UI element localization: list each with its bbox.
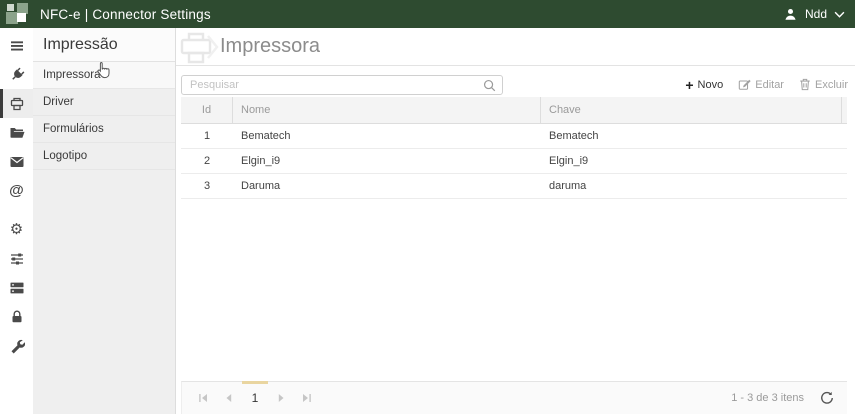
toolbar-actions: + Novo Editar Excluir [685,78,850,92]
page-title: Impressora [220,35,321,57]
sidebar-items: Impressora Driver Formulários Logotipo [33,62,175,170]
edit-button[interactable]: Editar [738,78,784,91]
search-box [181,74,503,97]
grid-header-row: Id Nome Chave [181,97,847,124]
mail-icon[interactable] [0,147,33,176]
search-input[interactable] [181,74,503,95]
first-page-button[interactable] [190,382,216,415]
cell-id: 3 [203,180,211,192]
grid-empty-area [176,199,855,381]
sidebar-title: Impressão [33,28,175,62]
sidebar-item[interactable]: Logotipo [33,143,175,170]
current-page[interactable]: 1 [242,380,268,415]
plus-icon: + [685,76,694,93]
data-grid: Id Nome Chave 1 Bematech Bematech 2 Elgin_i9… [181,97,847,199]
cell-id: 2 [203,155,211,167]
sidebar-item[interactable]: Driver [33,89,175,116]
printer-icon[interactable] [0,89,33,118]
grid-body: 1 Bematech Bematech 2 Elgin_i9 Elgin_i9 3 Darum… [181,124,847,199]
cell-chave: daruma [549,180,587,192]
trash-icon [799,78,811,91]
column-header-id[interactable]: Id [181,97,233,123]
sidebar-item[interactable]: Formulários [33,116,175,143]
previous-page-button[interactable] [216,382,242,415]
folder-open-icon[interactable] [0,118,33,147]
plug-icon[interactable] [0,60,33,89]
cell-nome: Elgin_i9 [241,155,281,167]
chevron-down-icon [834,11,845,18]
delete-button[interactable]: Excluir [799,78,848,91]
sliders-icon[interactable] [0,244,33,273]
items-info: 1 - 3 de 3 itens [731,392,804,404]
search-icon [483,79,496,97]
refresh-icon[interactable] [820,391,834,405]
sidebar: Impressão Impressora Driver Formulários Log… [33,28,176,414]
user-menu[interactable]: Ndd [783,7,845,22]
app-window: NFC-e | Connector Settings Ndd @ ⚙ Impre… [0,0,855,414]
printer-watermark-icon [178,30,220,69]
app-logo [4,2,31,26]
wrench-icon[interactable] [0,331,33,360]
column-header-chave[interactable]: Chave [541,97,842,123]
pagination-bar: 1 1 - 3 de 3 itens [181,380,847,415]
app-title: NFC-e | Connector Settings [40,6,211,22]
new-button[interactable]: + Novo [685,78,723,92]
cell-id: 1 [203,130,211,142]
toolbar: + Novo Editar Excluir [176,66,855,97]
pager-controls: 1 [182,380,320,415]
icon-rail: @ ⚙ [0,28,33,414]
page-header: Impressora [176,28,855,66]
table-row[interactable]: 2 Elgin_i9 Elgin_i9 [181,149,847,174]
next-page-button[interactable] [268,382,294,415]
menu-icon[interactable] [0,31,33,60]
pager-right: 1 - 3 de 3 itens [731,391,847,405]
main-content: Impressora + Novo [176,28,855,414]
cell-nome: Daruma [241,180,281,192]
gear-icon[interactable]: ⚙ [0,215,33,244]
lock-icon[interactable] [0,302,33,331]
column-header-spacer [842,97,847,123]
column-header-nome[interactable]: Nome [233,97,541,123]
sidebar-item[interactable]: Impressora [33,62,175,89]
table-row[interactable]: 1 Bematech Bematech [181,124,847,149]
server-icon[interactable] [0,273,33,302]
last-page-button[interactable] [294,382,320,415]
topbar: NFC-e | Connector Settings Ndd [0,0,855,28]
user-name: Ndd [804,7,827,21]
at-sign-icon[interactable]: @ [0,176,33,205]
cell-chave: Bematech [549,130,599,142]
table-row[interactable]: 3 Daruma daruma [181,174,847,199]
user-icon [783,7,798,22]
cell-nome: Bematech [241,130,291,142]
cell-chave: Elgin_i9 [549,155,589,167]
edit-icon [738,78,751,91]
